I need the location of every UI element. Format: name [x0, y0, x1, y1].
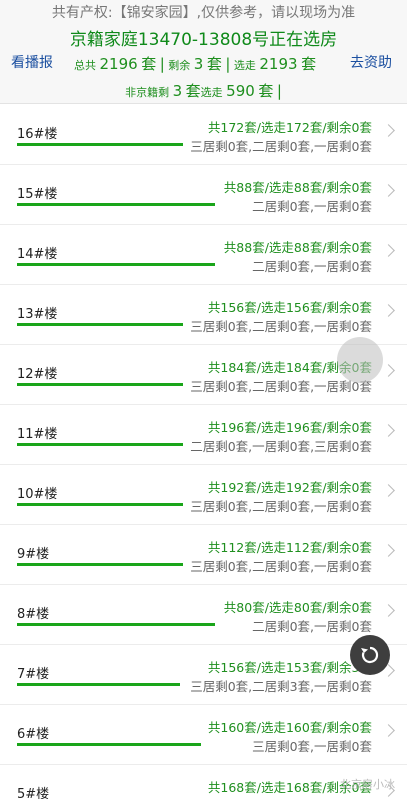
remain-value: 3 — [193, 55, 204, 73]
progress-bar — [17, 203, 215, 206]
building-name: 5#楼 — [17, 787, 50, 799]
building-name: 12#楼 — [17, 367, 58, 382]
progress-bar — [17, 383, 183, 386]
progress-bar — [17, 503, 183, 506]
chosen-unit: 套 — [301, 55, 317, 73]
nonlocal-label: 非京籍剩 — [125, 86, 170, 99]
chevron-right-icon — [382, 364, 395, 377]
room-breakdown: 二居剩0套,一居剩0套 — [252, 619, 372, 634]
chevron-right-icon — [382, 424, 395, 437]
building-list: 16#楼 共172套/选走172套/剩余0套 三居剩0套,二居剩0套,一居剩0套… — [0, 105, 407, 799]
progress-bar — [17, 563, 183, 566]
building-summary: 共192套/选走192套/剩余0套 — [207, 480, 372, 495]
room-breakdown: 二居剩0套,一居剩0套 — [252, 199, 372, 214]
building-name: 9#楼 — [17, 547, 50, 562]
total-label: 总共 — [74, 59, 96, 72]
building-summary: 共196套/选走196套/剩余0套 — [207, 420, 372, 435]
building-summary: 共156套/选走156套/剩余0套 — [207, 300, 372, 315]
sep: | — [276, 82, 282, 100]
building-name: 7#楼 — [17, 667, 50, 682]
nonlocal-unit: 套 — [185, 82, 201, 100]
building-summary: 共172套/选走172套/剩余0套 — [207, 120, 372, 135]
building-row[interactable]: 7#楼 共156套/选走153套/剩余3套 三居剩0套,二居剩3套,一居剩0套 — [0, 645, 407, 705]
watermark: 北京房小冰 — [340, 778, 395, 791]
header: 共有产权:【锦安家园】,仅供参考，请以现场为准 京籍家庭13470-13808号… — [0, 0, 407, 104]
refresh-icon — [361, 646, 379, 664]
building-row[interactable]: 14#楼 共88套/选走88套/剩余0套 二居剩0套,一居剩0套 — [0, 225, 407, 285]
room-breakdown: 二居剩0套,一居剩0套,三居剩0套 — [190, 439, 372, 454]
room-breakdown: 三居剩0套,二居剩0套,一居剩0套 — [190, 379, 372, 394]
nonlocal-value: 3 — [172, 82, 183, 100]
room-breakdown: 二居剩0套,一居剩0套 — [252, 259, 372, 274]
remain-unit: 套 — [206, 55, 222, 73]
remain-label: 剩余 — [168, 59, 191, 72]
building-name: 10#楼 — [17, 487, 58, 502]
building-row[interactable]: 11#楼 共196套/选走196套/剩余0套 二居剩0套,一居剩0套,三居剩0套 — [0, 405, 407, 465]
stats-line: 总共 2196 套 | 剩余 3 套 | 选走 2193 套 — [74, 53, 316, 74]
subsidy-link[interactable]: 去资助 — [350, 52, 392, 72]
building-row[interactable]: 9#楼 共112套/选走112套/剩余0套 三居剩0套,二居剩0套,一居剩0套 — [0, 525, 407, 585]
building-name: 11#楼 — [17, 427, 58, 442]
building-row[interactable]: 8#楼 共80套/选走80套/剩余0套 二居剩0套,一居剩0套 — [0, 585, 407, 645]
chevron-right-icon — [382, 244, 395, 257]
chevron-right-icon — [382, 184, 395, 197]
room-breakdown: 三居剩0套,二居剩0套,一居剩0套 — [190, 559, 372, 574]
building-summary: 共156套/选走153套/剩余3套 — [207, 660, 372, 675]
chosen2-value: 590 — [226, 82, 255, 100]
building-row[interactable]: 6#楼 共160套/选走160套/剩余0套 三居剩0套,一居剩0套 — [0, 705, 407, 765]
building-name: 13#楼 — [17, 307, 58, 322]
building-summary: 共80套/选走80套/剩余0套 — [223, 600, 372, 615]
progress-bar — [17, 443, 183, 446]
chevron-right-icon — [382, 124, 395, 137]
broadcast-link[interactable]: 看播报 — [11, 52, 53, 72]
chosen-label: 选走 — [233, 59, 256, 72]
building-name: 15#楼 — [17, 187, 58, 202]
chevron-right-icon — [382, 604, 395, 617]
building-name: 8#楼 — [17, 607, 50, 622]
progress-bar — [17, 263, 215, 266]
chevron-right-icon — [382, 484, 395, 497]
building-summary: 共88套/选走88套/剩余0套 — [223, 240, 372, 255]
building-summary: 共160套/选走160套/剩余0套 — [207, 720, 372, 735]
chosen-value: 2193 — [259, 55, 298, 73]
building-row[interactable]: 10#楼 共192套/选走192套/剩余0套 三居剩0套,二居剩0套,一居剩0套 — [0, 465, 407, 525]
building-row[interactable]: 13#楼 共156套/选走156套/剩余0套 三居剩0套,二居剩0套,一居剩0套 — [0, 285, 407, 345]
total-value: 2196 — [99, 55, 138, 73]
sep: | — [159, 55, 165, 73]
chevron-right-icon — [382, 304, 395, 317]
room-breakdown: 三居剩0套,二居剩0套,一居剩0套 — [190, 139, 372, 154]
stats-line-2: 非京籍剩 3 套选走 590 套 | — [0, 80, 407, 101]
chosen2-label: 选走 — [200, 86, 223, 99]
building-row[interactable]: 16#楼 共172套/选走172套/剩余0套 三居剩0套,二居剩0套,一居剩0套 — [0, 105, 407, 165]
progress-bar — [17, 683, 180, 686]
building-name: 6#楼 — [17, 727, 50, 742]
building-row[interactable]: 15#楼 共88套/选走88套/剩余0套 二居剩0套,一居剩0套 — [0, 165, 407, 225]
total-unit: 套 — [141, 55, 157, 73]
chevron-right-icon — [382, 724, 395, 737]
progress-bar — [17, 743, 201, 746]
building-name: 16#楼 — [17, 127, 58, 142]
headline: 京籍家庭13470-13808号正在选房 — [69, 30, 338, 50]
chevron-right-icon — [382, 544, 395, 557]
building-summary: 共88套/选走88套/剩余0套 — [223, 180, 372, 195]
progress-bar — [17, 143, 183, 146]
room-breakdown: 三居剩0套,二居剩3套,一居剩0套 — [190, 679, 372, 694]
room-breakdown: 三居剩0套,二居剩0套,一居剩0套 — [190, 499, 372, 514]
notice-text: 共有产权:【锦安家园】,仅供参考，请以现场为准 — [51, 5, 356, 21]
progress-bar — [17, 323, 183, 326]
building-name: 14#楼 — [17, 247, 58, 262]
floating-touch-button[interactable] — [337, 337, 383, 383]
chosen2-unit: 套 — [258, 82, 274, 100]
building-summary: 共112套/选走112套/剩余0套 — [207, 540, 372, 555]
refresh-button[interactable] — [350, 635, 390, 675]
progress-bar — [17, 623, 215, 626]
sep: | — [225, 55, 231, 73]
room-breakdown: 三居剩0套,二居剩0套,一居剩0套 — [190, 319, 372, 334]
room-breakdown: 三居剩0套,一居剩0套 — [252, 739, 372, 754]
